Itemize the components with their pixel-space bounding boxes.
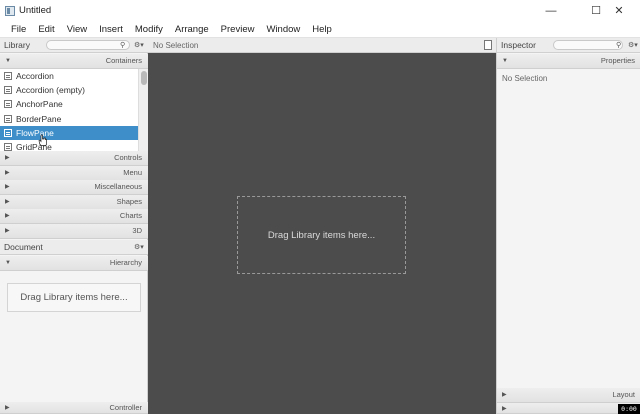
- gear-icon[interactable]: ⚙▾: [134, 243, 144, 251]
- library-item-anchorpane[interactable]: AnchorPane: [0, 97, 138, 111]
- inspector-no-selection: No Selection: [502, 74, 548, 83]
- collapse-arrow-icon: ▼: [5, 259, 11, 266]
- section-containers-label: Containers: [105, 56, 142, 66]
- section-3d[interactable]: ▶ 3D: [0, 224, 148, 239]
- accordion-icon: [4, 72, 12, 80]
- expand-arrow-icon: ▶: [5, 170, 10, 177]
- menu-insert[interactable]: Insert: [93, 21, 129, 38]
- inspector-header: Inspector ⚲ ⚙▾: [497, 38, 640, 53]
- section-properties[interactable]: ▼ Properties: [497, 54, 640, 69]
- section-layout[interactable]: ▶ Layout: [497, 388, 640, 403]
- left-panel: Library ⚲ ⚙▾ ▼ Containers Accordion Acco…: [0, 38, 148, 414]
- flowpane-icon: [4, 128, 12, 137]
- inspector-search-input[interactable]: [553, 40, 623, 50]
- hierarchy-drop-zone[interactable]: Drag Library items here...: [7, 283, 141, 312]
- section-shapes[interactable]: ▶ Shapes: [0, 195, 148, 210]
- content-canvas[interactable]: Drag Library items here...: [148, 53, 496, 414]
- library-scrollbar[interactable]: [138, 69, 148, 151]
- inspector-title: Inspector: [501, 40, 536, 50]
- title-bar: Untitled — ☐ ✕: [0, 0, 640, 21]
- search-icon: ⚲: [616, 42, 622, 49]
- library-item-accordion[interactable]: Accordion: [0, 69, 138, 83]
- document-title: Document: [4, 242, 43, 252]
- library-search-input[interactable]: [46, 40, 130, 50]
- close-button[interactable]: ✕: [598, 0, 640, 21]
- section-containers[interactable]: ▼ Containers: [0, 54, 148, 69]
- expand-arrow-icon: ▶: [5, 405, 10, 411]
- search-icon: ⚲: [120, 42, 126, 49]
- library-item-flowpane[interactable]: FlowPane: [0, 125, 138, 140]
- section-charts[interactable]: ▶ Charts: [0, 209, 148, 224]
- section-hierarchy[interactable]: ▼ Hierarchy: [0, 256, 148, 271]
- expand-arrow-icon: ▶: [5, 199, 10, 206]
- gear-icon[interactable]: ⚙▾: [628, 41, 638, 49]
- minimize-button[interactable]: —: [530, 0, 572, 21]
- app-icon: [5, 5, 15, 16]
- canvas-drop-zone[interactable]: Drag Library items here...: [237, 196, 406, 274]
- library-list: Accordion Accordion (empty) AnchorPane B…: [0, 69, 138, 151]
- menu-bar: File Edit View Insert Modify Arrange Pre…: [0, 21, 640, 38]
- library-header: Library ⚲ ⚙▾: [0, 38, 148, 53]
- library-item-borderpane[interactable]: BorderPane: [0, 112, 138, 126]
- expand-arrow-icon: ▶: [5, 213, 10, 220]
- menu-edit[interactable]: Edit: [32, 21, 60, 38]
- inspector-panel: Inspector ⚲ ⚙▾ ▼ Properties No Selection…: [496, 38, 640, 414]
- timestamp-badge: 0:00: [618, 404, 640, 414]
- expand-arrow-icon: ▶: [502, 405, 507, 412]
- expand-arrow-icon: ▶: [502, 392, 507, 399]
- expand-arrow-icon: ▶: [5, 184, 10, 191]
- section-menu[interactable]: ▶ Menu: [0, 166, 148, 181]
- gridpane-icon: [4, 142, 12, 151]
- selection-path: No Selection: [153, 41, 199, 50]
- collapse-arrow-icon: ▼: [5, 57, 11, 64]
- anchorpane-icon: [4, 100, 12, 109]
- library-item-gridpane[interactable]: GridPane: [0, 140, 138, 151]
- expand-arrow-icon: ▶: [5, 155, 10, 162]
- library-item-accordion-empty[interactable]: Accordion (empty): [0, 83, 138, 97]
- accordion-icon: [4, 86, 12, 95]
- library-title: Library: [4, 40, 30, 50]
- section-miscellaneous[interactable]: ▶ Miscellaneous: [0, 180, 148, 195]
- collapse-arrow-icon: ▼: [502, 57, 508, 64]
- menu-view[interactable]: View: [61, 21, 93, 38]
- menu-arrange[interactable]: Arrange: [169, 21, 215, 38]
- expand-arrow-icon: ▶: [5, 228, 10, 235]
- window-title: Untitled: [19, 5, 52, 16]
- borderpane-icon: [4, 114, 12, 123]
- document-header: Document ⚙▾: [0, 240, 148, 255]
- section-controls[interactable]: ▶ Controls: [0, 151, 148, 166]
- menu-modify[interactable]: Modify: [129, 21, 169, 38]
- library-scroll-thumb[interactable]: [141, 71, 147, 85]
- menu-window[interactable]: Window: [260, 21, 306, 38]
- menu-file[interactable]: File: [5, 21, 32, 38]
- document-icon[interactable]: [484, 40, 492, 50]
- section-controller[interactable]: ▶ Controller: [0, 402, 148, 414]
- menu-help[interactable]: Help: [306, 21, 338, 38]
- hand-cursor-icon: [38, 134, 47, 146]
- menu-preview[interactable]: Preview: [215, 21, 261, 38]
- content-header: No Selection: [148, 38, 496, 53]
- gear-icon[interactable]: ⚙▾: [134, 41, 144, 49]
